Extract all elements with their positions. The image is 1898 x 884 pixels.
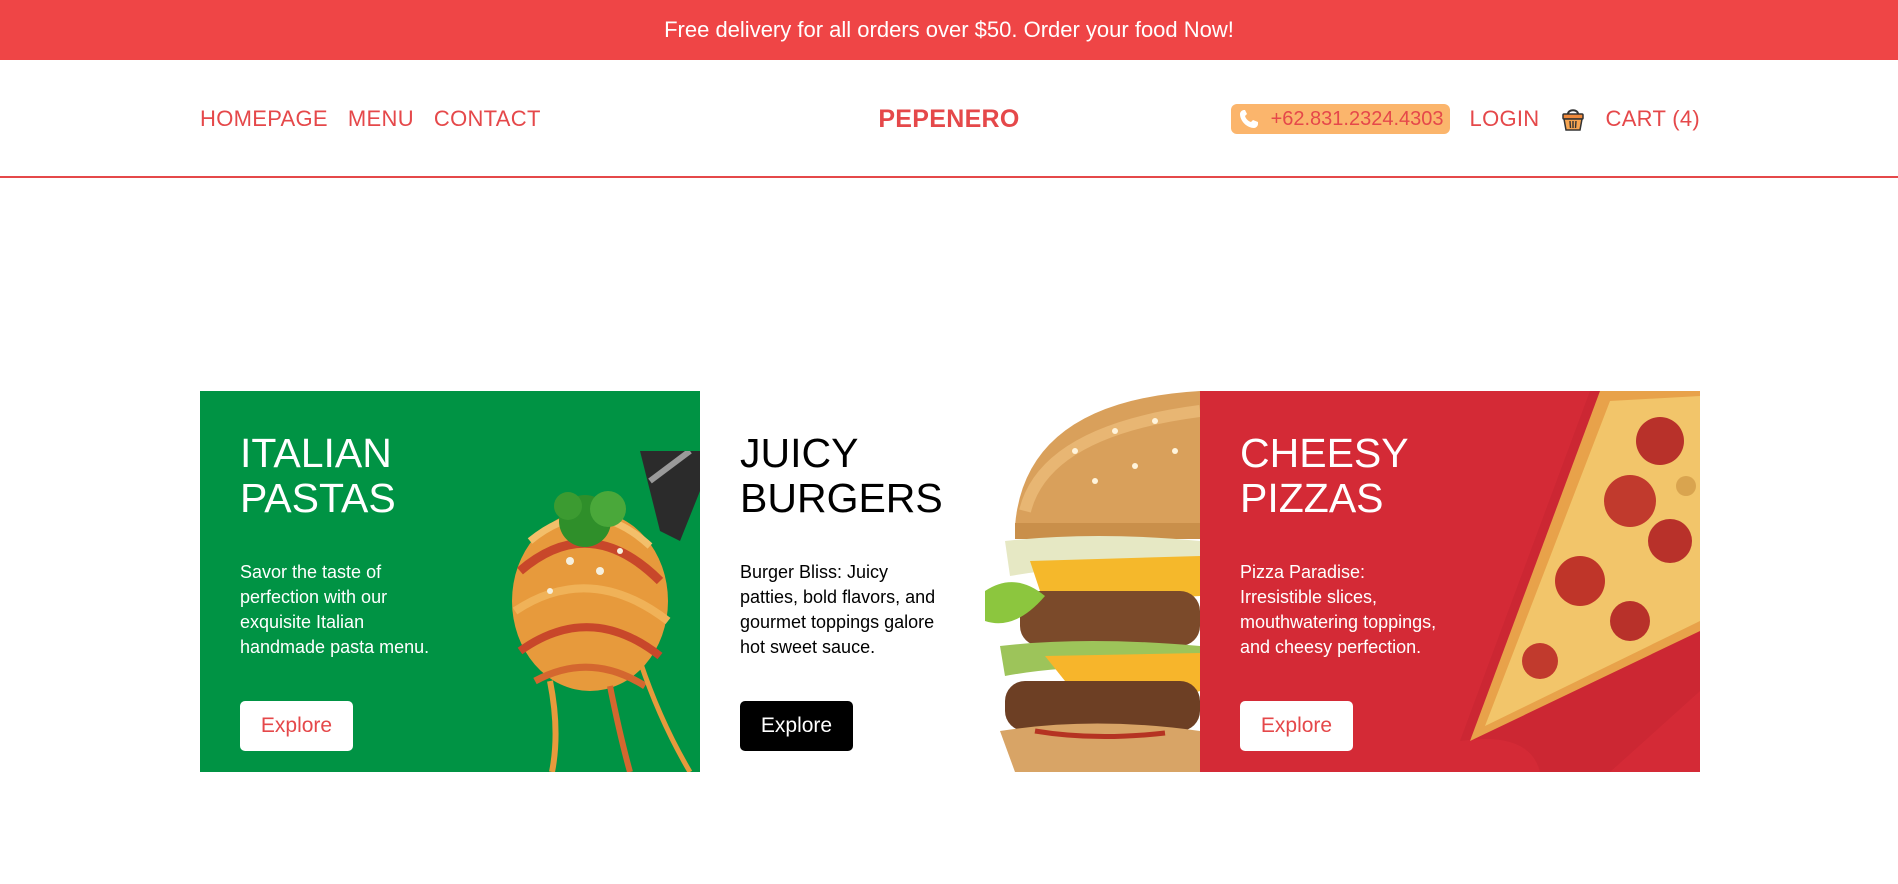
card-italian-pastas: ITALIAN PASTAS Savor the taste of perfec… <box>200 391 700 772</box>
card-title: CHEESY PIZZAS <box>1240 430 1409 521</box>
nav-homepage-link[interactable]: HOMEPAGE <box>200 106 328 132</box>
phone-icon <box>1237 107 1265 131</box>
card-description: Burger Bliss: Juicy patties, bold flavor… <box>740 562 936 657</box>
nav-menu-link[interactable]: MENU <box>348 106 414 132</box>
main-nav: HOMEPAGE MENU CONTACT <box>200 60 541 178</box>
explore-burgers-button[interactable]: Explore <box>740 701 853 751</box>
pizza-image <box>1460 391 1700 772</box>
card-description: Pizza Paradise: Irresistible slices, mou… <box>1240 562 1437 657</box>
card-title: ITALIAN PASTAS <box>240 430 396 521</box>
header-actions: +62.831.2324.4303 LOGIN CART (4) <box>1230 60 1701 178</box>
promo-banner: Free delivery for all orders over $50. O… <box>0 0 1898 60</box>
promo-text: Free delivery for all orders over $50. O… <box>664 17 1234 42</box>
card-cheesy-pizzas: CHEESY PIZZAS Pizza Paradise: Irresistib… <box>1200 391 1700 772</box>
phone-number: +62.831.2324.4303 <box>1270 107 1444 130</box>
cart-link[interactable]: CART (4) <box>1606 106 1701 132</box>
basket-icon[interactable] <box>1560 105 1586 133</box>
pasta-image <box>512 451 700 772</box>
explore-pastas-button[interactable]: Explore <box>240 701 353 751</box>
phone-contact[interactable]: +62.831.2324.4303 <box>1230 104 1450 134</box>
burger-image <box>985 391 1200 772</box>
card-description: Savor the taste of perfection with our e… <box>240 562 430 657</box>
category-cards: ITALIAN PASTAS Savor the taste of perfec… <box>200 391 1700 772</box>
card-title: JUICY BURGERS <box>740 430 943 521</box>
site-header: HOMEPAGE MENU CONTACT PEPENERO +62.831.2… <box>0 60 1898 178</box>
login-link[interactable]: LOGIN <box>1470 106 1540 132</box>
nav-contact-link[interactable]: CONTACT <box>434 106 541 132</box>
explore-pizzas-button[interactable]: Explore <box>1240 701 1353 751</box>
card-juicy-burgers: JUICY BURGERS Burger Bliss: Juicy pattie… <box>700 391 1200 772</box>
